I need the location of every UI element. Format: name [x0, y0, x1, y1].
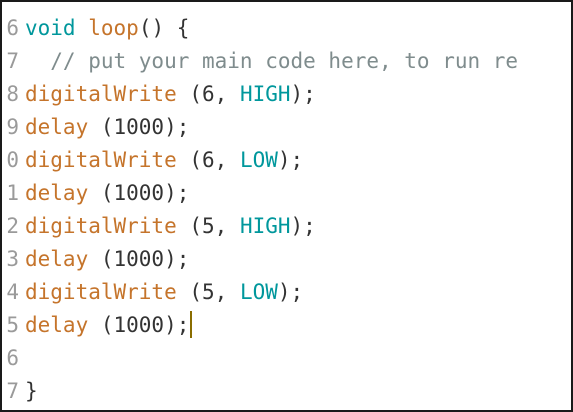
constant: HIGH	[239, 82, 291, 106]
constant: HIGH	[239, 214, 291, 238]
function-name-loop: loop	[88, 16, 139, 40]
function-call: delay	[25, 115, 89, 139]
line-number: 7	[6, 49, 19, 73]
function-call: digitalWrite	[25, 82, 177, 106]
code-line[interactable]: 7 }	[2, 375, 571, 408]
line-number: 1	[6, 181, 19, 205]
function-call: delay	[25, 313, 89, 337]
constant: LOW	[239, 280, 278, 304]
code-line[interactable]: 6	[2, 342, 571, 375]
constant: LOW	[239, 148, 278, 172]
code-line[interactable]: 4 digitalWrite (5, LOW);	[2, 276, 571, 309]
code-line[interactable]: 8 digitalWrite (6, HIGH);	[2, 78, 571, 111]
line-number: 2	[6, 214, 19, 238]
code-editor[interactable]: 6 void loop() { 7 // put your main code …	[0, 0, 573, 412]
function-call: digitalWrite	[25, 280, 177, 304]
function-call: delay	[25, 247, 89, 271]
line-number: 3	[6, 247, 19, 271]
code-line[interactable]: 3 delay (1000);	[2, 243, 571, 276]
code-line[interactable]: 1 delay (1000);	[2, 177, 571, 210]
code-line[interactable]: 9 delay (1000);	[2, 111, 571, 144]
line-number: 6	[6, 346, 19, 370]
code-line[interactable]: 2 digitalWrite (5, HIGH);	[2, 210, 571, 243]
line-number: 8	[6, 82, 19, 106]
code-line[interactable]: 6 void loop() {	[2, 12, 571, 45]
line-number: 6	[6, 16, 19, 40]
function-call: delay	[25, 181, 89, 205]
code-comment: // put your main code here, to run re	[25, 49, 519, 73]
code-line[interactable]: 5 delay (1000);	[2, 309, 571, 342]
code-area[interactable]: 6 void loop() { 7 // put your main code …	[2, 12, 571, 408]
line-number: 9	[6, 115, 19, 139]
keyword-void: void	[25, 16, 76, 40]
line-number: 5	[6, 313, 19, 337]
line-number: 0	[6, 148, 19, 172]
line-number: 7	[6, 379, 19, 403]
function-call: digitalWrite	[25, 214, 177, 238]
closing-brace: }	[25, 379, 38, 403]
function-call: digitalWrite	[25, 148, 177, 172]
line-number: 4	[6, 280, 19, 304]
code-line[interactable]: 7 // put your main code here, to run re	[2, 45, 571, 78]
text-cursor	[190, 311, 193, 338]
code-line[interactable]: 0 digitalWrite (6, LOW);	[2, 144, 571, 177]
